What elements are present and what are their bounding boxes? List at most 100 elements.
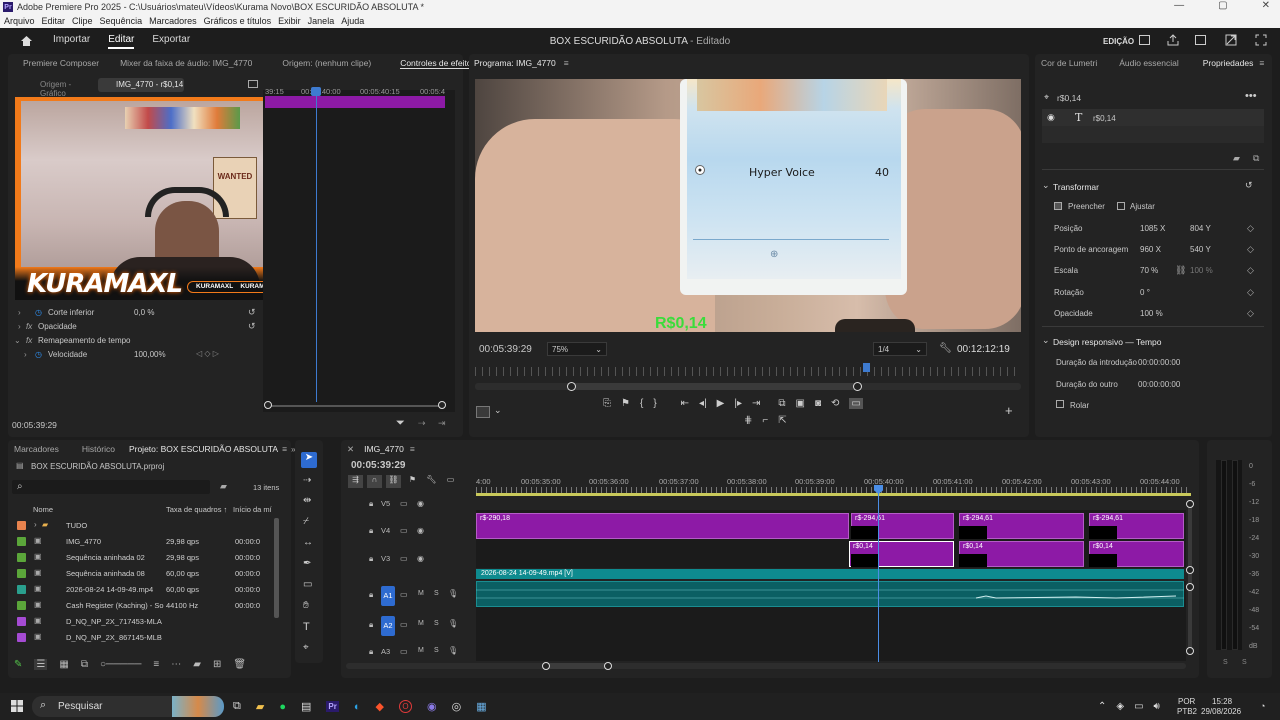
vscroll-handle-mid[interactable] xyxy=(1186,566,1194,574)
project-search-input[interactable] xyxy=(12,480,210,494)
share-icon[interactable] xyxy=(1167,34,1179,46)
anchor-y-value[interactable]: 540 Y xyxy=(1190,245,1211,254)
transform-reset-icon[interactable]: ↺ xyxy=(1245,180,1253,191)
tray-overflow-icon[interactable]: ⌃ xyxy=(1098,701,1106,712)
scale-keyframe-icon[interactable]: ◇ xyxy=(1247,265,1254,276)
window-icon[interactable] xyxy=(1195,35,1206,45)
ec-playhead-handle[interactable] xyxy=(311,87,321,96)
timeline-sequence-tab[interactable]: IMG_4770 xyxy=(364,444,404,454)
freeform-view-icon[interactable]: ⧉ xyxy=(81,659,88,670)
list-view-icon[interactable]: ☰ xyxy=(34,659,48,670)
track-target[interactable]: A1 xyxy=(381,586,395,606)
outro-duration-value[interactable]: 00:00:00:00 xyxy=(1138,380,1180,389)
play-icon[interactable]: ▶ xyxy=(717,398,725,409)
tab-audio-mixer[interactable]: Mixer da faixa de áudio: IMG_4770 xyxy=(120,58,252,68)
clapper-icon[interactable]: ▤ xyxy=(301,700,311,713)
program-title[interactable]: Programa: IMG_4770 xyxy=(474,58,556,68)
icon-view-icon[interactable]: ▦ xyxy=(59,659,68,670)
close-button[interactable]: ✕ xyxy=(1262,0,1270,11)
rotation-keyframe-icon[interactable]: ◇ xyxy=(1247,287,1254,298)
automate-icon[interactable]: ⋯ xyxy=(171,659,181,670)
trim-icon[interactable]: ⋕ xyxy=(744,415,752,426)
ec-playhead[interactable] xyxy=(316,87,317,402)
menu-janela[interactable]: Janela xyxy=(308,16,335,26)
overwrite-icon[interactable]: ▣ xyxy=(796,398,805,409)
workspace-label[interactable]: EDIÇÃO xyxy=(1103,37,1134,46)
solo-button[interactable]: S xyxy=(434,590,439,597)
project-item[interactable]: ▣ 2026-08-24 14-09-49.mp4 60,00 qps 00:0… xyxy=(8,582,274,598)
project-item[interactable]: › ▰ TUDO xyxy=(8,518,274,534)
safe-margins-icon[interactable]: ▭ xyxy=(849,398,863,409)
program-video[interactable]: ● Hyper Voice 40 ⊕ R$0,14 xyxy=(475,79,1021,332)
windows-start-icon[interactable] xyxy=(11,700,23,712)
program-playhead[interactable] xyxy=(863,363,870,372)
clip-v4-1[interactable]: r$-290,18 xyxy=(476,513,849,539)
home-icon[interactable] xyxy=(20,35,33,47)
label-color-swatch[interactable] xyxy=(17,585,26,594)
opacity-reset-icon[interactable]: ↺ xyxy=(248,321,256,332)
menu-clipe[interactable]: Clipe xyxy=(72,16,93,26)
track-lock-icon[interactable]: 🔒︎ xyxy=(369,499,373,509)
opacity-keyframe-icon[interactable]: ◇ xyxy=(1247,308,1254,319)
project-menu-icon[interactable]: ≡ xyxy=(282,444,287,454)
track-lock-icon[interactable]: 🔒︎ xyxy=(369,554,373,564)
clock-date[interactable]: 29/08/2026 xyxy=(1201,707,1241,716)
ec-zoom-scroll[interactable] xyxy=(268,405,445,407)
zoom-select[interactable]: 75% ⌄ xyxy=(547,342,607,356)
pen-tool-icon[interactable]: ✒ xyxy=(303,558,311,569)
track-lock-icon[interactable]: 🔒︎ xyxy=(369,647,373,657)
subtab-source-graphic[interactable]: Origem - Gráfico xyxy=(16,78,98,98)
snap-icon[interactable]: ∩ xyxy=(367,475,382,488)
label-color-swatch[interactable] xyxy=(17,553,26,562)
timeline-hscroll-thumb[interactable] xyxy=(546,663,609,669)
caption-tool-icon[interactable]: ⌖ xyxy=(303,642,309,653)
track-lock-icon[interactable]: 🔒︎ xyxy=(369,526,373,536)
solo-button[interactable]: S xyxy=(434,620,439,627)
menu-arquivo[interactable]: Arquivo xyxy=(4,16,35,26)
extract-icon[interactable]: ⌐ xyxy=(762,415,768,426)
timeremap-expand-arrow[interactable]: ⌄ xyxy=(14,336,21,345)
roll-checkbox[interactable] xyxy=(1056,400,1064,408)
position-y-value[interactable]: 804 Y xyxy=(1190,224,1211,233)
ripple-tool-icon[interactable]: ⇹ xyxy=(303,495,311,506)
prop-speed-value[interactable]: 100,00% xyxy=(134,350,166,359)
import-tab[interactable]: Importar xyxy=(53,34,90,49)
hscroll-handle-left[interactable] xyxy=(542,662,550,670)
stopwatch-icon[interactable]: ◷ xyxy=(35,308,42,317)
new-bin-icon[interactable]: ▰ xyxy=(193,659,201,670)
project-item[interactable]: ▣ Sequência aninhada 08 60,00 qps 00:00:… xyxy=(8,566,274,582)
timeline-playhead[interactable] xyxy=(878,486,879,662)
mute-button[interactable]: M xyxy=(418,590,424,597)
keyframe-nav-icon[interactable]: ◁ ◇ ▷ xyxy=(196,349,219,358)
track-lock-icon[interactable]: 🔒︎ xyxy=(369,590,373,600)
tab-lumetri[interactable]: Cor de Lumetri xyxy=(1041,58,1097,68)
label-color-swatch[interactable] xyxy=(17,569,26,578)
solo-left-button[interactable]: S xyxy=(1223,659,1228,666)
speed-stopwatch-icon[interactable]: ◷ xyxy=(35,350,42,359)
linked-select-icon[interactable]: ⛓︎ xyxy=(386,475,401,488)
trash-icon[interactable]: 🗑︎ xyxy=(233,659,246,670)
timeline-vscroll[interactable] xyxy=(1188,500,1192,654)
label-color-swatch[interactable] xyxy=(17,633,26,642)
lift-icon[interactable]: ⎘ xyxy=(603,398,611,409)
spotify-icon[interactable]: ● xyxy=(279,701,286,713)
add-button-icon[interactable]: + xyxy=(1005,403,1013,418)
sort-icon[interactable]: ≡ xyxy=(153,659,159,670)
obs-icon[interactable]: ◎ xyxy=(452,700,462,713)
maximize-button[interactable]: ▢ xyxy=(1218,0,1227,11)
program-zoom-range[interactable] xyxy=(567,383,859,390)
camera-icon[interactable]: ◙ xyxy=(815,398,821,409)
track-lock-icon[interactable]: 🔒︎ xyxy=(369,620,373,630)
insert-nest-icon[interactable]: ⇶ xyxy=(348,475,363,488)
go-to-in-icon[interactable]: ⇤ xyxy=(681,398,689,409)
resolution-select[interactable]: 1/4 ⌄ xyxy=(873,342,927,356)
discord-icon[interactable]: ◉ xyxy=(427,700,437,713)
label-color-swatch[interactable] xyxy=(17,537,26,546)
ripple-icon[interactable]: ⇢ xyxy=(418,418,426,429)
new-folder-icon[interactable]: ▰ xyxy=(1233,153,1240,164)
position-x-value[interactable]: 1085 X xyxy=(1140,224,1165,233)
tab-essential-audio[interactable]: Áudio essencial xyxy=(1119,58,1179,68)
timeline-settings-icon[interactable]: 🔧︎ xyxy=(424,475,439,488)
track-target[interactable]: A2 xyxy=(381,616,395,636)
col-fps-header[interactable]: Taxa de quadros ↑ xyxy=(166,505,227,514)
